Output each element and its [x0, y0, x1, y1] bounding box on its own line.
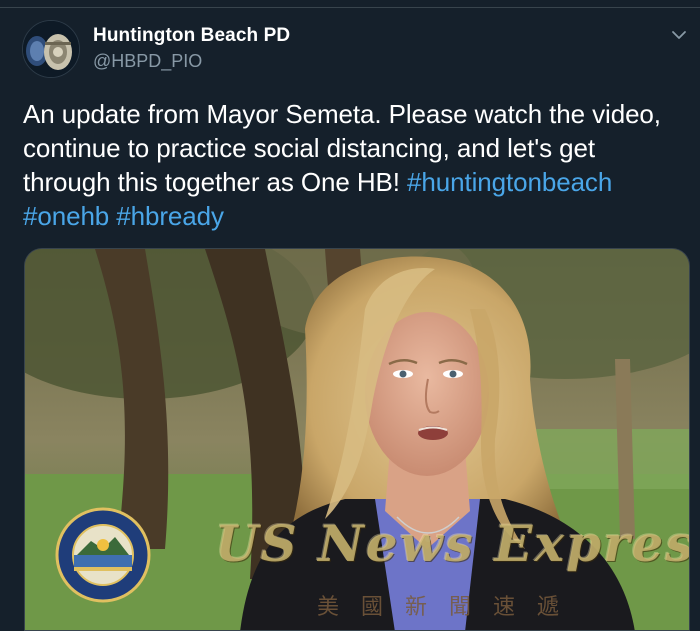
tweet[interactable]: Huntington Beach PD @HBPD_PIO An update … [0, 0, 700, 631]
video-player[interactable]: US News Express 美國新聞速遞 [24, 248, 690, 631]
hashtag-link[interactable]: #onehb [23, 201, 109, 231]
user-handle[interactable]: @HBPD_PIO [93, 50, 290, 72]
tweet-menu-button[interactable] [668, 24, 690, 46]
watermark-logo: US News Express [215, 514, 690, 573]
author-info[interactable]: Huntington Beach PD @HBPD_PIO [93, 24, 290, 72]
display-name[interactable]: Huntington Beach PD [93, 24, 290, 48]
city-seal-logo [55, 507, 151, 603]
watermark-subtitle: 美國新聞速遞 [317, 595, 582, 620]
city-seal-icon [55, 507, 151, 603]
tweet-text: An update from Mayor Semeta. Please watc… [23, 97, 683, 233]
police-badge-icon [23, 21, 79, 77]
hashtag-link[interactable]: #huntingtonbeach [407, 167, 612, 197]
chevron-down-icon [672, 31, 686, 39]
avatar[interactable] [22, 20, 80, 78]
hashtag-link[interactable]: #hbready [116, 201, 224, 231]
